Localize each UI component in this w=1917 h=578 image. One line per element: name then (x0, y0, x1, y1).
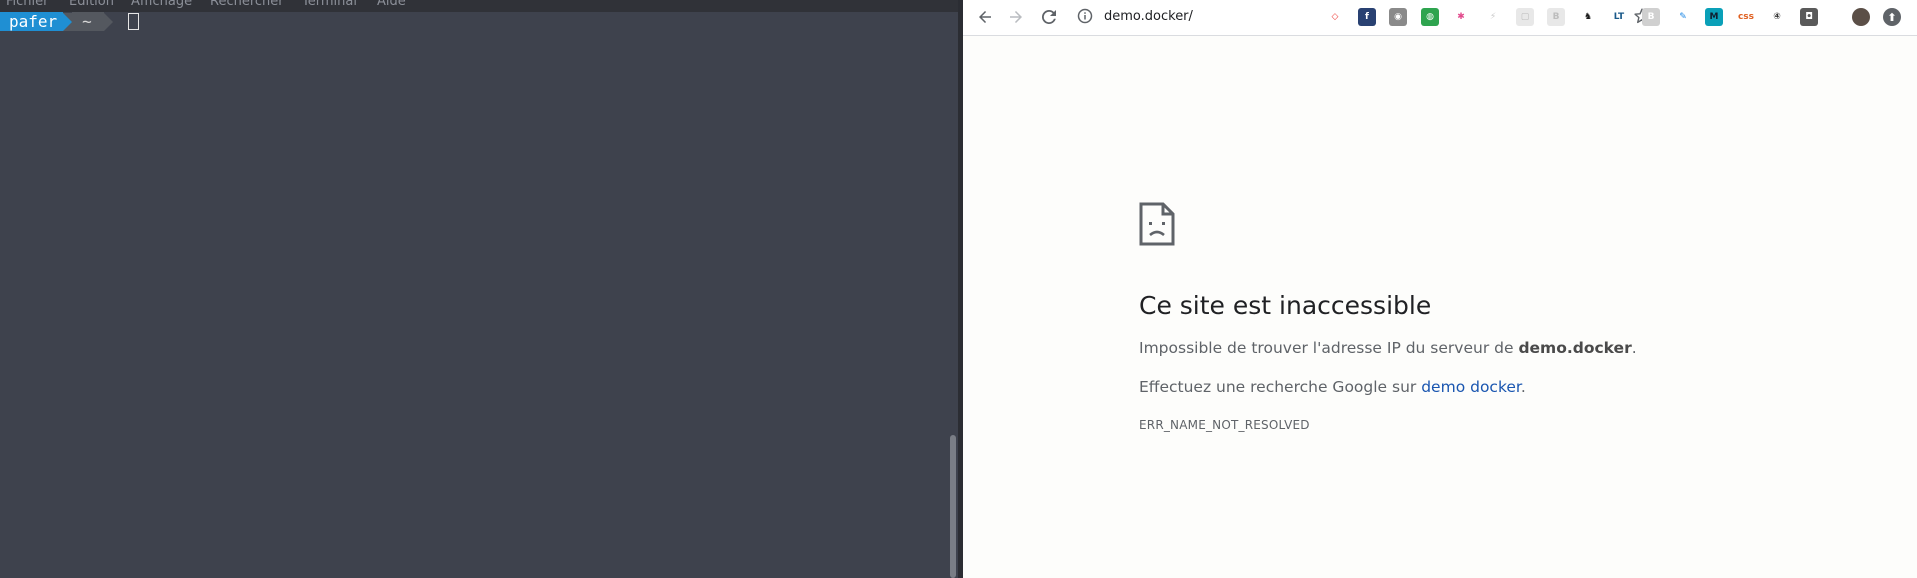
ext-7-icon[interactable]: ▢ (1516, 8, 1534, 26)
ext-1-icon[interactable]: ◇ (1326, 8, 1344, 26)
terminal-menubar: Fichier Édition Affichage Rechercher Ter… (0, 0, 958, 12)
browser-window: demo.docker/ ◇ f ◉ ◍ ✱ ⚡ ▢ B ♞ LT B ✎ Mcss ④ ◘ ⬆ Ce si… (963, 0, 1917, 578)
ext-b-icon[interactable]: B (1642, 8, 1660, 26)
menu-fichier[interactable]: Fichier (6, 0, 49, 10)
ext-fedora-icon[interactable]: f (1358, 8, 1376, 26)
back-button[interactable] (971, 0, 999, 34)
sad-page-icon (1139, 202, 1175, 246)
shell-prompt: pafer ~ (0, 12, 113, 31)
menu-affichage[interactable]: Affichage (131, 0, 192, 10)
browser-toolbar: demo.docker/ ◇ f ◉ ◍ ✱ ⚡ ▢ B ♞ LT B ✎ Mcss ④ ◘ ⬆ (963, 0, 1917, 36)
reload-button[interactable] (1035, 0, 1063, 34)
terminal-window[interactable]: Fichier Édition Affichage Rechercher Ter… (0, 0, 958, 578)
prompt-end-separator-icon (103, 12, 113, 31)
update-icon[interactable]: ⬆ (1883, 8, 1901, 26)
ext-css-icon[interactable]: css (1737, 8, 1755, 26)
prompt-separator-icon (63, 12, 73, 31)
ext-4-icon[interactable]: ◍ (1421, 8, 1439, 26)
menu-edition[interactable]: Édition (69, 0, 114, 10)
error-description: Impossible de trouver l'adresse IP du se… (1139, 338, 1637, 358)
ext-feather-icon[interactable]: ✎ (1674, 8, 1692, 26)
error-description-prefix: Impossible de trouver l'adresse IP du se… (1139, 339, 1519, 357)
ext-pocket-icon[interactable]: ◘ (1800, 8, 1818, 26)
prompt-directory: ~ (72, 12, 104, 31)
terminal-cursor[interactable] (128, 13, 139, 30)
ext-gnome-icon[interactable]: ♞ (1579, 8, 1597, 26)
ext-lt-icon[interactable]: LT (1610, 8, 1628, 26)
error-title: Ce site est inaccessible (1139, 291, 1432, 320)
ext-3-icon[interactable]: ◉ (1389, 8, 1407, 26)
ext-m-icon[interactable]: M (1705, 8, 1723, 26)
error-code: ERR_NAME_NOT_RESOLVED (1139, 418, 1310, 432)
menu-rechercher[interactable]: Rechercher (210, 0, 284, 10)
ext-ublock-icon[interactable]: ④ (1768, 8, 1786, 26)
search-suggestion-suffix: . (1520, 378, 1526, 396)
url-text[interactable]: demo.docker/ (1104, 8, 1193, 26)
info-icon[interactable] (1076, 7, 1094, 25)
reload-icon (1041, 9, 1056, 24)
ext-6-icon[interactable]: ⚡ (1484, 8, 1502, 26)
search-suggestion: Effectuez une recherche Google sur demo … (1139, 377, 1526, 397)
prompt-user: pafer (0, 12, 64, 31)
menu-terminal[interactable]: Terminal (302, 0, 357, 10)
forward-button[interactable] (1002, 0, 1030, 34)
terminal-scrollbar[interactable] (950, 435, 956, 578)
ext-8-icon[interactable]: B (1547, 8, 1565, 26)
arrow-left-icon (979, 11, 991, 23)
ext-5-icon[interactable]: ✱ (1452, 8, 1470, 26)
search-suggestion-prefix: Effectuez une recherche Google sur (1139, 378, 1422, 396)
profile-avatar[interactable] (1852, 8, 1870, 26)
menu-aide[interactable]: Aide (377, 0, 406, 10)
arrow-right-icon (1010, 11, 1022, 23)
error-hostname: demo.docker (1518, 339, 1632, 357)
google-search-link[interactable]: demo docker (1421, 378, 1521, 396)
error-description-suffix: . (1631, 339, 1637, 357)
